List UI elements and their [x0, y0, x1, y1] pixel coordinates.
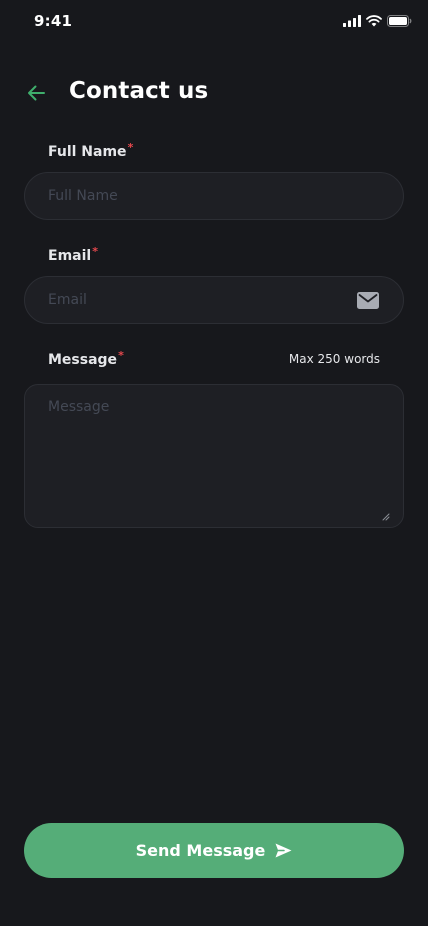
- message-hint: Max 250 words: [288, 352, 380, 366]
- message-label: Message*: [48, 349, 124, 368]
- required-mark: *: [92, 245, 98, 258]
- email-field: [24, 276, 404, 324]
- message-textarea[interactable]: [48, 399, 378, 509]
- status-bar: 9:41: [0, 0, 428, 44]
- arrow-left-icon: [28, 85, 45, 101]
- full-name-field: [24, 172, 404, 220]
- full-name-input[interactable]: [48, 173, 358, 219]
- wifi-icon: [366, 15, 382, 27]
- full-name-label-text: Full Name: [48, 144, 127, 160]
- required-mark: *: [118, 349, 124, 362]
- battery-icon: [387, 15, 412, 27]
- email-input[interactable]: [48, 277, 358, 323]
- mail-icon: [357, 292, 379, 309]
- full-name-label: Full Name*: [48, 141, 134, 160]
- status-icons: [343, 15, 412, 27]
- message-label-text: Message: [48, 352, 118, 368]
- signal-icon: [343, 15, 361, 27]
- email-label-text: Email: [48, 248, 92, 264]
- send-icon: [275, 843, 292, 858]
- send-message-label: Send Message: [135, 841, 266, 860]
- page-title: Contact us: [69, 78, 209, 104]
- email-label: Email*: [48, 245, 98, 264]
- message-field: [24, 384, 404, 528]
- required-mark: *: [127, 141, 134, 154]
- resize-handle-icon[interactable]: [382, 513, 390, 521]
- header: Contact us: [0, 70, 428, 116]
- status-time: 9:41: [34, 12, 73, 30]
- send-message-button[interactable]: Send Message: [24, 823, 404, 878]
- back-button[interactable]: [24, 81, 48, 105]
